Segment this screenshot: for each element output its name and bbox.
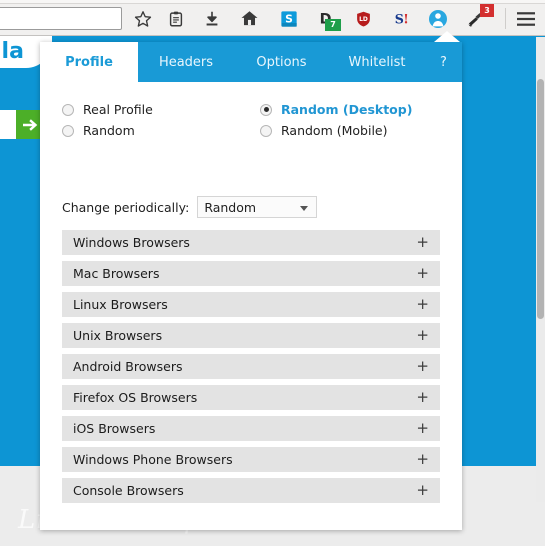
accordion-item-windows-phone-browsers[interactable]: Windows Phone Browsers + xyxy=(62,447,440,472)
bookmark-star-icon[interactable] xyxy=(130,6,156,31)
svg-text:S: S xyxy=(285,12,293,25)
radio-random-mark[interactable] xyxy=(62,124,74,137)
site-logo-text: lla xyxy=(0,39,24,64)
radio-random-mobile[interactable]: Random (Mobile) xyxy=(260,121,412,140)
change-periodically-label: Change periodically: xyxy=(62,199,190,215)
accordion-item-unix-browsers[interactable]: Unix Browsers + xyxy=(62,323,440,348)
accordion-label: Mac Browsers xyxy=(73,266,160,281)
svg-text:!: ! xyxy=(403,11,409,26)
page-scrollbar-track[interactable] xyxy=(536,37,545,502)
accordion-label: Windows Browsers xyxy=(73,235,190,250)
plus-icon[interactable]: + xyxy=(416,359,429,374)
accordion-label: Firefox OS Browsers xyxy=(73,390,198,405)
radio-random[interactable]: Random xyxy=(62,121,153,140)
downloads-icon[interactable] xyxy=(199,6,225,31)
radio-random-desktop-mark[interactable] xyxy=(260,103,272,116)
tab-options[interactable]: Options xyxy=(234,42,329,82)
plus-icon[interactable]: + xyxy=(416,452,429,467)
radio-real-profile-mark[interactable] xyxy=(62,103,74,116)
radio-random-mobile-mark[interactable] xyxy=(260,124,272,137)
arrow-right-icon xyxy=(22,118,37,131)
radio-random-desktop[interactable]: Random (Desktop) xyxy=(260,100,412,119)
accordion-item-ios-browsers[interactable]: iOS Browsers + xyxy=(62,416,440,441)
plus-icon[interactable]: + xyxy=(416,328,429,343)
adblock-badge-count: 3 xyxy=(480,4,494,17)
plus-icon[interactable]: + xyxy=(416,266,429,281)
lastpass-extension-icon[interactable]: LD xyxy=(350,6,376,31)
browser-tabstrip-edge xyxy=(0,0,545,4)
accordion-item-console-browsers[interactable]: Console Browsers + xyxy=(62,478,440,503)
browser-toolbar: S D 7 LD S ! 3 xyxy=(0,0,545,36)
accordion-item-firefox-os-browsers[interactable]: Firefox OS Browsers + xyxy=(62,385,440,410)
user-agent-switcher-popup: Profile Headers Options Whitelist ? Real… xyxy=(40,42,462,530)
accordion-label: Windows Phone Browsers xyxy=(73,452,233,467)
tab-profile[interactable]: Profile xyxy=(40,42,138,82)
accordion-item-mac-browsers[interactable]: Mac Browsers + xyxy=(62,261,440,286)
accordion-label: iOS Browsers xyxy=(73,421,156,436)
tab-headers[interactable]: Headers xyxy=(138,42,234,82)
browser-category-accordion: Windows Browsers + Mac Browsers + Linux … xyxy=(62,230,440,509)
accordion-item-android-browsers[interactable]: Android Browsers + xyxy=(62,354,440,379)
accordion-item-linux-browsers[interactable]: Linux Browsers + xyxy=(62,292,440,317)
user-agent-switcher-icon[interactable] xyxy=(425,6,451,31)
home-icon[interactable] xyxy=(236,6,262,31)
accordion-item-windows-browsers[interactable]: Windows Browsers + xyxy=(62,230,440,255)
radio-real-profile-label: Real Profile xyxy=(83,101,153,117)
profile-radio-column-right: Random (Desktop) Random (Mobile) xyxy=(260,100,412,142)
accordion-label: Console Browsers xyxy=(73,483,184,498)
tab-help[interactable]: ? xyxy=(425,42,462,82)
plus-icon[interactable]: + xyxy=(416,235,429,250)
plus-icon[interactable]: + xyxy=(416,297,429,312)
change-periodically-row: Change periodically: Random xyxy=(62,196,318,218)
radio-random-mobile-label: Random (Mobile) xyxy=(281,122,388,138)
toolbar-separator xyxy=(505,8,506,29)
chevron-down-icon xyxy=(300,206,309,211)
change-periodically-select[interactable]: Random xyxy=(197,196,318,218)
tab-whitelist[interactable]: Whitelist xyxy=(329,42,425,82)
skype-extension-icon[interactable]: S xyxy=(276,6,302,31)
accordion-label: Linux Browsers xyxy=(73,297,168,312)
disconnect-badge-count: 7 xyxy=(325,19,341,31)
url-address-bar[interactable] xyxy=(0,7,122,30)
accordion-label: Unix Browsers xyxy=(73,328,163,343)
plus-icon[interactable]: + xyxy=(416,390,429,405)
hamburger-menu-icon[interactable] xyxy=(513,6,539,31)
plus-icon[interactable]: + xyxy=(416,421,429,436)
radio-real-profile[interactable]: Real Profile xyxy=(62,100,153,119)
site-search-input[interactable] xyxy=(0,110,16,139)
reader-view-icon[interactable] xyxy=(163,6,189,31)
radio-random-desktop-label: Random (Desktop) xyxy=(281,101,413,117)
popup-tab-bar: Profile Headers Options Whitelist ? xyxy=(40,42,462,82)
radio-random-label: Random xyxy=(83,122,135,138)
profile-radio-column-left: Real Profile Random xyxy=(62,100,153,142)
accordion-label: Android Browsers xyxy=(73,359,183,374)
shareaholic-extension-icon[interactable]: S ! xyxy=(388,6,414,31)
page-scrollbar-thumb[interactable] xyxy=(537,79,544,319)
plus-icon[interactable]: + xyxy=(416,483,429,498)
change-periodically-value: Random xyxy=(204,199,257,215)
svg-text:LD: LD xyxy=(359,16,368,23)
popup-pointer-arrow xyxy=(434,31,460,42)
